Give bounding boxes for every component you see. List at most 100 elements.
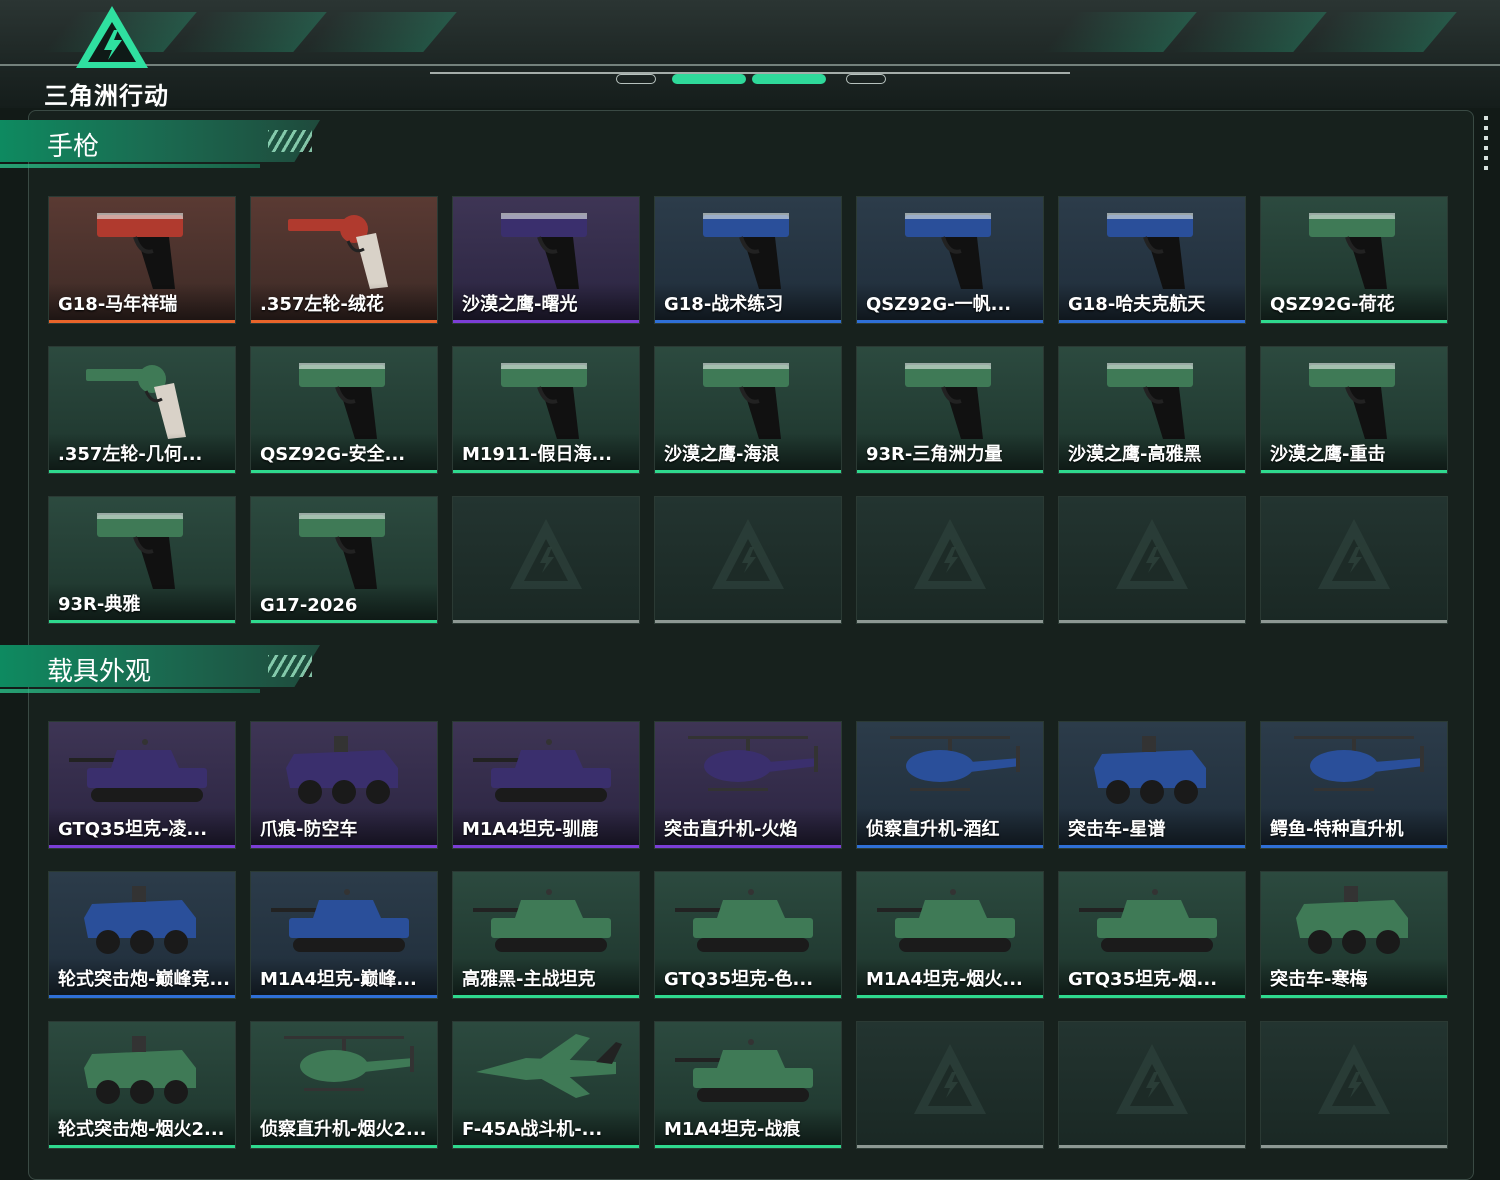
skin-card[interactable]: GTQ35坦克-凌...: [48, 721, 236, 849]
empty-slot: [654, 496, 842, 624]
header-decor: [303, 12, 457, 52]
skin-card[interactable]: QSZ92G-安全...: [250, 346, 438, 474]
rarity-bar: [251, 320, 437, 323]
rarity-bar: [251, 845, 437, 848]
skin-card[interactable]: G18-哈夫克航天: [1058, 196, 1246, 324]
empty-slot: [452, 496, 640, 624]
section-title: 载具外观: [47, 657, 152, 687]
skin-name: M1A4坦克-烟火...: [866, 969, 1023, 990]
empty-slot-icon: [1059, 1022, 1245, 1148]
skin-name: QSZ92G-一帆...: [866, 294, 1012, 315]
skin-card[interactable]: 突击直升机-火焰: [654, 721, 842, 849]
empty-slot-icon: [1261, 1022, 1447, 1148]
skin-name: 侦察直升机-烟火2...: [260, 1119, 427, 1140]
skin-name: 93R-三角洲力量: [866, 444, 1003, 465]
rarity-bar: [49, 320, 235, 323]
skin-card[interactable]: M1A4坦克-烟火...: [856, 871, 1044, 999]
rarity-bar: [655, 845, 841, 848]
rarity-bar: [251, 470, 437, 473]
skin-card[interactable]: 沙漠之鹰-海浪: [654, 346, 842, 474]
skin-card[interactable]: QSZ92G-荷花: [1260, 196, 1448, 324]
skin-card[interactable]: 轮式突击炮-烟火2...: [48, 1021, 236, 1149]
rarity-bar: [1059, 1145, 1245, 1148]
rarity-bar: [655, 320, 841, 323]
skin-card[interactable]: M1A4坦克-战痕: [654, 1021, 842, 1149]
rarity-bar: [1261, 1145, 1447, 1148]
skin-card[interactable]: 侦察直升机-烟火2...: [250, 1021, 438, 1149]
rarity-bar: [1261, 320, 1447, 323]
skin-card[interactable]: 爪痕-防空车: [250, 721, 438, 849]
rarity-bar: [453, 1145, 639, 1148]
skin-card[interactable]: 93R-典雅: [48, 496, 236, 624]
section-title: 手枪: [47, 132, 100, 162]
skin-card[interactable]: 突击车-寒梅: [1260, 871, 1448, 999]
rarity-bar: [1059, 620, 1245, 623]
skin-name: 爪痕-防空车: [260, 819, 358, 840]
skin-name: QSZ92G-荷花: [1270, 294, 1395, 315]
skin-card[interactable]: 轮式突击炮-巅峰竞...: [48, 871, 236, 999]
rarity-bar: [453, 620, 639, 623]
skin-card[interactable]: .357左轮-绒花: [250, 196, 438, 324]
skin-card[interactable]: M1A4坦克-驯鹿: [452, 721, 640, 849]
rarity-bar: [1059, 320, 1245, 323]
skin-name: .357左轮-绒花: [260, 294, 384, 315]
skin-name: G18-马年祥瑞: [58, 294, 178, 315]
skin-name: QSZ92G-安全...: [260, 444, 406, 465]
page-indicator-active: [672, 74, 746, 84]
scrollbar[interactable]: [1484, 116, 1488, 186]
empty-slot: [1260, 496, 1448, 624]
skin-name: M1A4坦克-驯鹿: [462, 819, 599, 840]
skin-card[interactable]: F-45A战斗机-...: [452, 1021, 640, 1149]
rarity-bar: [1261, 470, 1447, 473]
top-header: 三角洲行动: [0, 0, 1500, 110]
rarity-bar: [655, 1145, 841, 1148]
section-header: 载具外观: [0, 645, 330, 695]
rarity-bar: [857, 620, 1043, 623]
skin-name: 高雅黑-主战坦克: [462, 969, 596, 990]
skin-card[interactable]: 高雅黑-主战坦克: [452, 871, 640, 999]
skin-card[interactable]: M1A4坦克-巅峰...: [250, 871, 438, 999]
delta-logo-icon: [76, 6, 148, 68]
skin-card[interactable]: 鳄鱼-特种直升机: [1260, 721, 1448, 849]
page-indicator: [846, 74, 886, 84]
skin-name: GTQ35坦克-色...: [664, 969, 814, 990]
skin-card[interactable]: QSZ92G-一帆...: [856, 196, 1044, 324]
header-decor: [1173, 12, 1327, 52]
skin-card[interactable]: 突击车-星谱: [1058, 721, 1246, 849]
skin-card[interactable]: M1911-假日海...: [452, 346, 640, 474]
empty-slot-icon: [453, 497, 639, 623]
skin-card[interactable]: 侦察直升机-酒红: [856, 721, 1044, 849]
empty-slot: [856, 496, 1044, 624]
skin-name: 侦察直升机-酒红: [866, 819, 1000, 840]
skin-name: M1A4坦克-战痕: [664, 1119, 801, 1140]
skin-name: .357左轮-几何...: [58, 444, 203, 465]
rarity-bar: [655, 470, 841, 473]
rarity-bar: [857, 995, 1043, 998]
rarity-bar: [1059, 470, 1245, 473]
skin-card[interactable]: G18-马年祥瑞: [48, 196, 236, 324]
skin-card[interactable]: G17-2026: [250, 496, 438, 624]
rarity-bar: [857, 845, 1043, 848]
rarity-bar: [49, 995, 235, 998]
rarity-bar: [49, 1145, 235, 1148]
skin-name: 突击直升机-火焰: [664, 819, 798, 840]
rarity-bar: [453, 470, 639, 473]
rarity-bar: [1261, 995, 1447, 998]
skin-card[interactable]: 沙漠之鹰-曙光: [452, 196, 640, 324]
rarity-bar: [49, 620, 235, 623]
empty-slot-icon: [857, 497, 1043, 623]
skin-card[interactable]: .357左轮-几何...: [48, 346, 236, 474]
skin-card[interactable]: 沙漠之鹰-高雅黑: [1058, 346, 1246, 474]
rarity-bar: [251, 620, 437, 623]
skin-card[interactable]: GTQ35坦克-色...: [654, 871, 842, 999]
rarity-bar: [49, 845, 235, 848]
skin-name: 鳄鱼-特种直升机: [1270, 819, 1404, 840]
header-decor: [1043, 12, 1197, 52]
rarity-bar: [1059, 845, 1245, 848]
empty-slot: [856, 1021, 1044, 1149]
empty-slot: [1058, 1021, 1246, 1149]
skin-card[interactable]: 沙漠之鹰-重击: [1260, 346, 1448, 474]
skin-card[interactable]: G18-战术练习: [654, 196, 842, 324]
skin-card[interactable]: GTQ35坦克-烟...: [1058, 871, 1246, 999]
skin-card[interactable]: 93R-三角洲力量: [856, 346, 1044, 474]
